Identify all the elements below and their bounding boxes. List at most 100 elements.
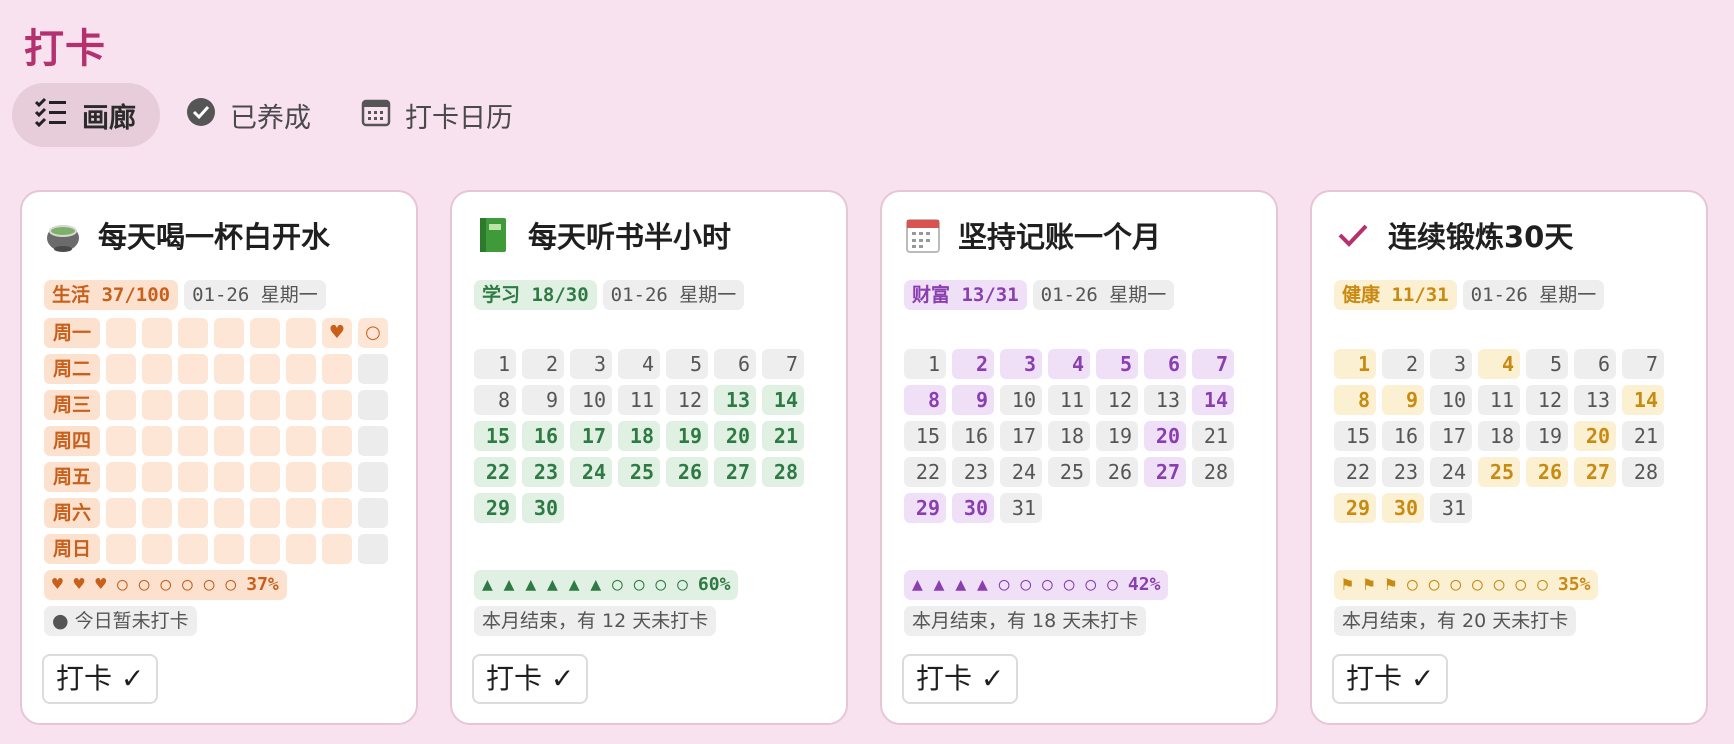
week-cell[interactable] <box>106 318 136 348</box>
week-cell[interactable] <box>142 390 172 420</box>
week-cell[interactable] <box>106 462 136 492</box>
calendar-day[interactable]: 5 <box>1526 349 1568 379</box>
calendar-day[interactable]: 9 <box>1382 385 1424 415</box>
calendar-day[interactable]: 3 <box>1000 349 1042 379</box>
calendar-day[interactable]: 10 <box>1430 385 1472 415</box>
week-cell[interactable] <box>286 498 316 528</box>
calendar-day[interactable]: 3 <box>570 349 612 379</box>
calendar-day[interactable]: 23 <box>1382 457 1424 487</box>
calendar-day[interactable]: 29 <box>1334 493 1376 523</box>
calendar-day[interactable]: 19 <box>1526 421 1568 451</box>
calendar-day[interactable]: 2 <box>1382 349 1424 379</box>
week-cell[interactable] <box>322 354 352 384</box>
week-cell[interactable] <box>250 318 280 348</box>
week-cell[interactable]: ♥ <box>322 318 352 348</box>
week-cell[interactable] <box>358 354 388 384</box>
calendar-day[interactable]: 16 <box>522 421 564 451</box>
week-cell[interactable] <box>106 534 136 564</box>
checkin-button[interactable]: 打卡 ✓ <box>472 654 589 704</box>
week-cell[interactable] <box>322 498 352 528</box>
calendar-day[interactable]: 15 <box>1334 421 1376 451</box>
calendar-day[interactable]: 13 <box>1144 385 1186 415</box>
calendar-day[interactable]: 1 <box>1334 349 1376 379</box>
week-cell[interactable] <box>214 390 244 420</box>
tab-formed[interactable]: 已养成 <box>164 83 335 147</box>
week-cell[interactable] <box>322 390 352 420</box>
week-cell[interactable] <box>250 354 280 384</box>
week-cell[interactable] <box>358 390 388 420</box>
week-cell[interactable] <box>142 354 172 384</box>
week-cell[interactable] <box>142 426 172 456</box>
calendar-day[interactable]: 8 <box>904 385 946 415</box>
habit-card-ledger[interactable]: 坚持记账一个月 财富 13/31 01-26 星期一 1 2 3 4 5 6 7 8 9 10 11… <box>880 190 1278 725</box>
calendar-day[interactable]: 11 <box>1478 385 1520 415</box>
week-cell[interactable] <box>214 354 244 384</box>
calendar-day[interactable]: 18 <box>1478 421 1520 451</box>
calendar-day[interactable]: 18 <box>1048 421 1090 451</box>
calendar-day[interactable]: 12 <box>666 385 708 415</box>
week-cell[interactable] <box>214 534 244 564</box>
week-cell[interactable] <box>214 318 244 348</box>
calendar-day[interactable]: 17 <box>570 421 612 451</box>
week-cell[interactable] <box>178 318 208 348</box>
calendar-day[interactable]: 4 <box>1478 349 1520 379</box>
calendar-day[interactable]: 10 <box>570 385 612 415</box>
calendar-day[interactable]: 2 <box>522 349 564 379</box>
calendar-day[interactable]: 24 <box>1430 457 1472 487</box>
calendar-day[interactable]: 22 <box>904 457 946 487</box>
week-cell[interactable] <box>358 498 388 528</box>
calendar-day[interactable]: 11 <box>618 385 660 415</box>
calendar-day[interactable]: 1 <box>904 349 946 379</box>
habit-card-exercise[interactable]: 连续锻炼30天 健康 11/31 01-26 星期一 1 2 3 4 5 6 7 8 9 10 11… <box>1310 190 1708 725</box>
week-cell[interactable] <box>178 534 208 564</box>
calendar-day[interactable]: 7 <box>762 349 804 379</box>
calendar-day[interactable]: 20 <box>714 421 756 451</box>
calendar-day[interactable]: 20 <box>1574 421 1616 451</box>
calendar-day[interactable]: 21 <box>1622 421 1664 451</box>
calendar-day[interactable]: 30 <box>522 493 564 523</box>
calendar-day[interactable]: 21 <box>1192 421 1234 451</box>
calendar-day[interactable]: 2 <box>952 349 994 379</box>
calendar-day[interactable]: 28 <box>1192 457 1234 487</box>
week-cell[interactable] <box>322 462 352 492</box>
week-cell[interactable] <box>142 534 172 564</box>
calendar-day[interactable]: 10 <box>1000 385 1042 415</box>
checkin-button[interactable]: 打卡 ✓ <box>42 654 159 704</box>
week-cell[interactable] <box>142 318 172 348</box>
calendar-day[interactable]: 18 <box>618 421 660 451</box>
week-cell[interactable] <box>286 318 316 348</box>
week-cell[interactable] <box>322 426 352 456</box>
calendar-day[interactable]: 29 <box>904 493 946 523</box>
calendar-day[interactable]: 8 <box>1334 385 1376 415</box>
calendar-day[interactable]: 15 <box>904 421 946 451</box>
week-cell[interactable] <box>214 426 244 456</box>
calendar-day[interactable]: 23 <box>522 457 564 487</box>
calendar-day[interactable]: 26 <box>1096 457 1138 487</box>
calendar-day[interactable]: 6 <box>1574 349 1616 379</box>
week-cell[interactable] <box>286 354 316 384</box>
week-cell[interactable] <box>286 390 316 420</box>
calendar-day[interactable]: 25 <box>618 457 660 487</box>
week-cell[interactable] <box>106 426 136 456</box>
week-cell[interactable]: ○ <box>358 318 388 348</box>
calendar-day[interactable]: 25 <box>1048 457 1090 487</box>
week-cell[interactable] <box>250 462 280 492</box>
week-cell[interactable] <box>142 462 172 492</box>
calendar-day[interactable]: 17 <box>1000 421 1042 451</box>
week-cell[interactable] <box>286 426 316 456</box>
week-cell[interactable] <box>178 498 208 528</box>
calendar-day[interactable]: 7 <box>1622 349 1664 379</box>
calendar-day[interactable]: 5 <box>1096 349 1138 379</box>
calendar-day[interactable]: 31 <box>1430 493 1472 523</box>
calendar-day[interactable]: 1 <box>474 349 516 379</box>
calendar-day[interactable]: 4 <box>1048 349 1090 379</box>
calendar-day[interactable]: 15 <box>474 421 516 451</box>
week-cell[interactable] <box>178 462 208 492</box>
calendar-day[interactable]: 6 <box>714 349 756 379</box>
tab-gallery[interactable]: 画廊 <box>12 83 160 147</box>
calendar-day[interactable]: 14 <box>1622 385 1664 415</box>
calendar-day[interactable]: 3 <box>1430 349 1472 379</box>
week-cell[interactable] <box>142 498 172 528</box>
calendar-day[interactable]: 8 <box>474 385 516 415</box>
calendar-day[interactable]: 13 <box>714 385 756 415</box>
